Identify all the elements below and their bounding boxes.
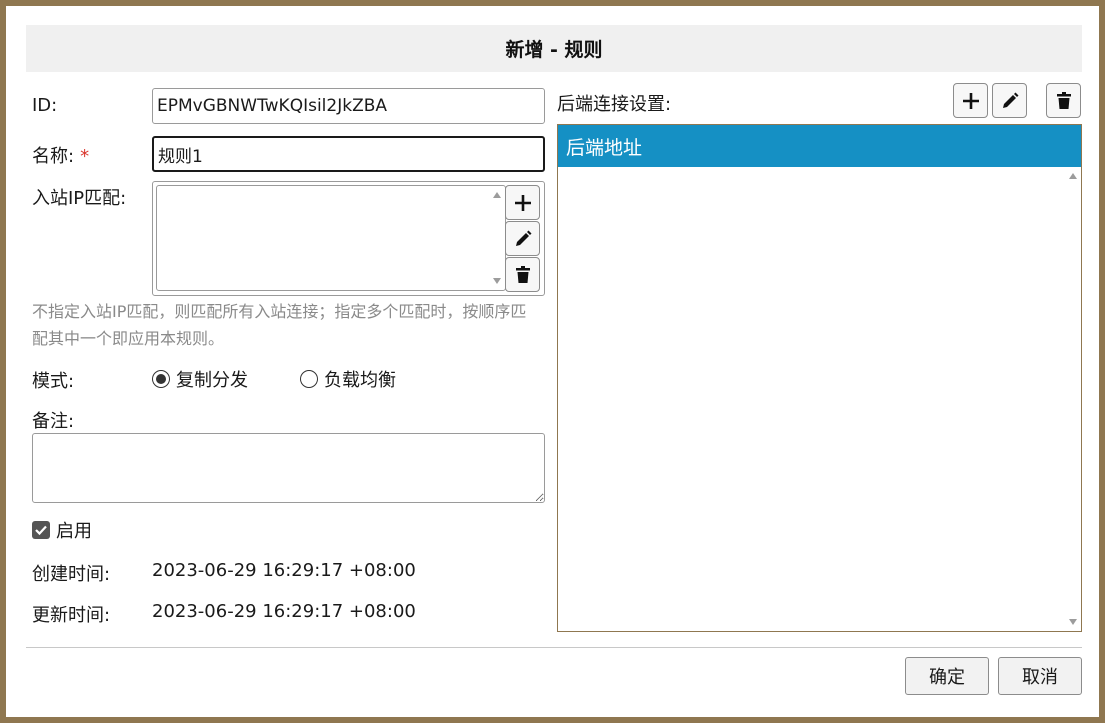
mode-radio-loadbalance[interactable]: 负载均衡 [300,366,396,392]
mode-radio-copy[interactable]: 复制分发 [152,366,248,392]
created-time-label: 创建时间: [32,564,111,585]
trash-icon [515,265,530,283]
cancel-button[interactable]: 取消 [998,657,1082,695]
plus-icon [514,194,531,211]
dialog-title: 新增 - 规则 [505,39,603,61]
required-mark: * [80,146,90,167]
enable-checkbox[interactable]: 启用 [32,517,92,543]
column-header-label: 后端地址 [566,136,643,159]
remark-textarea[interactable] [32,433,545,503]
inbound-delete-button[interactable] [505,257,540,292]
mode-option-label: 复制分发 [176,370,248,391]
id-label: ID: [32,95,58,116]
trash-icon [1056,91,1071,109]
pencil-icon [515,230,531,246]
inbound-ip-frame [152,181,545,296]
name-label: 名称: * [32,146,90,167]
created-time-value: 2023-06-29 16:29:17 +08:00 [152,560,416,581]
inbound-ip-hint: 不指定入站IP匹配，则匹配所有入站连接；指定多个匹配时，按顺序匹配其中一个即应用… [32,302,527,348]
scroll-up-arrow-icon[interactable] [1069,173,1077,179]
radio-selected-icon [152,370,170,388]
backend-address-table[interactable]: 后端地址 [557,124,1082,632]
enable-label: 启用 [56,521,92,542]
backend-address-column-header[interactable]: 后端地址 [558,125,1081,167]
inbound-ip-label: 入站IP匹配: [32,188,127,209]
inbound-ip-scrollbar[interactable] [491,190,503,286]
dialog-title-bar: 新增 - 规则 [26,25,1082,72]
mode-option-label: 负载均衡 [324,370,396,391]
backend-settings-label: 后端连接设置: [557,94,672,115]
scroll-up-arrow-icon[interactable] [493,192,501,198]
backend-add-button[interactable] [953,83,988,118]
pencil-icon [1002,92,1018,108]
backend-table-scrollbar[interactable] [1067,171,1079,627]
scroll-down-arrow-icon[interactable] [493,278,501,284]
inbound-edit-button[interactable] [505,221,540,256]
checkmark-icon [35,525,47,536]
radio-unselected-icon [300,370,318,388]
name-field[interactable] [152,136,545,172]
backend-edit-button[interactable] [992,83,1027,118]
updated-time-value: 2023-06-29 16:29:17 +08:00 [152,601,416,622]
scroll-down-arrow-icon[interactable] [1069,619,1077,625]
ok-button[interactable]: 确定 [905,657,989,695]
updated-time-label: 更新时间: [32,605,111,626]
backend-delete-button[interactable] [1046,83,1081,118]
inbound-ip-list[interactable] [156,185,506,291]
plus-icon [962,92,979,109]
remark-label: 备注: [32,411,75,432]
checkbox-checked [32,521,50,539]
id-field[interactable] [152,88,545,124]
mode-label: 模式: [32,371,75,392]
inbound-add-button[interactable] [505,185,540,220]
footer-divider [26,647,1082,648]
